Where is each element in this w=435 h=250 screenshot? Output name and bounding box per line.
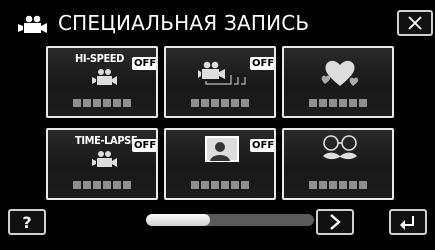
hearts-icon: [321, 60, 359, 86]
close-x-icon: [408, 16, 422, 30]
tile-name-placeholder: [48, 181, 156, 189]
help-button[interactable]: ?: [8, 209, 46, 235]
tile-name-placeholder: [284, 181, 392, 189]
interval-camera-icon: [198, 61, 246, 85]
close-button[interactable]: [397, 10, 433, 36]
off-badge: OFF: [132, 139, 157, 152]
scroll-thumb[interactable]: [146, 214, 210, 226]
slow-motion-camera-icon: [92, 69, 117, 85]
next-page-button[interactable]: [316, 209, 354, 235]
page-title: СПЕЦИАЛЬНАЯ ЗАПИСЬ: [58, 11, 310, 35]
glasses-mustache-icon: [323, 135, 357, 160]
tile-label: TIME-LAPSE: [75, 134, 138, 147]
movie-camera-mode-icon: [18, 15, 47, 33]
back-button[interactable]: [389, 209, 427, 235]
header-bar: СПЕЦИАЛЬНАЯ ЗАПИСЬ: [8, 6, 433, 40]
tile-glasses-mustache[interactable]: [282, 128, 394, 200]
portrait-frame-icon: [205, 136, 239, 162]
tile-name-placeholder: [166, 181, 274, 189]
help-label: ?: [22, 212, 32, 232]
time-lapse-camera-icon: [92, 151, 117, 167]
tile-time-lapse[interactable]: TIME-LAPSE OFF: [46, 128, 158, 200]
tile-name-placeholder: [48, 99, 156, 107]
tile-name-placeholder: [284, 99, 392, 107]
chevron-right-icon: [330, 214, 341, 230]
tile-portrait[interactable]: OFF: [164, 128, 276, 200]
mode-grid: HI-SPEED OFF OFF TIME-LAPSE OFF OFF: [46, 46, 394, 220]
page-scrollbar[interactable]: [146, 214, 314, 226]
tile-interval[interactable]: OFF: [164, 46, 276, 118]
off-badge: OFF: [250, 139, 275, 152]
tile-hi-speed[interactable]: HI-SPEED OFF: [46, 46, 158, 118]
tile-name-placeholder: [166, 99, 274, 107]
off-badge: OFF: [132, 57, 157, 70]
tile-hearts[interactable]: [282, 46, 394, 118]
off-badge: OFF: [250, 57, 275, 70]
tile-label: HI-SPEED: [75, 52, 124, 65]
return-arrow-icon: [400, 216, 414, 230]
